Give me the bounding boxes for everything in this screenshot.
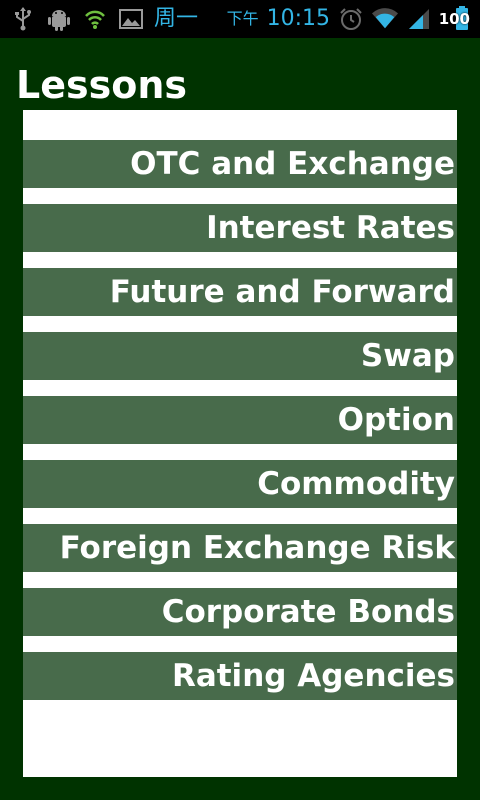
picture-icon	[118, 6, 144, 32]
status-notifications: 周一	[10, 6, 198, 32]
wifi-icon	[372, 6, 398, 32]
lesson-item-interest-rates[interactable]: Interest Rates	[23, 204, 457, 252]
lesson-item-corporate-bonds[interactable]: Corporate Bonds	[23, 588, 457, 636]
lesson-item-future-and-forward[interactable]: Future and Forward	[23, 268, 457, 316]
lesson-item-option[interactable]: Option	[23, 396, 457, 444]
status-system: 下午 10:15 100	[227, 6, 470, 32]
alarm-icon	[338, 6, 364, 32]
lesson-list: OTC and Exchange Interest Rates Future a…	[23, 110, 457, 777]
lesson-item-commodity[interactable]: Commodity	[23, 460, 457, 508]
status-time: 10:15	[266, 6, 330, 31]
battery-icon: 100	[438, 6, 470, 32]
lesson-item-foreign-exchange-risk[interactable]: Foreign Exchange Risk	[23, 524, 457, 572]
lesson-item-rating-agencies[interactable]: Rating Agencies	[23, 652, 457, 700]
usb-icon	[10, 6, 36, 32]
battery-level: 100	[438, 10, 470, 28]
android-debug-icon	[46, 6, 72, 32]
signal-icon	[406, 6, 432, 32]
lesson-item-swap[interactable]: Swap	[23, 332, 457, 380]
wifi-hotspot-icon	[82, 6, 108, 32]
status-day: 周一	[154, 6, 199, 31]
page-title: Lessons	[16, 63, 187, 107]
status-ampm: 下午	[226, 9, 259, 28]
lesson-item-otc-and-exchange[interactable]: OTC and Exchange	[23, 140, 457, 188]
status-bar: 周一 下午 10:15 100	[0, 0, 480, 38]
